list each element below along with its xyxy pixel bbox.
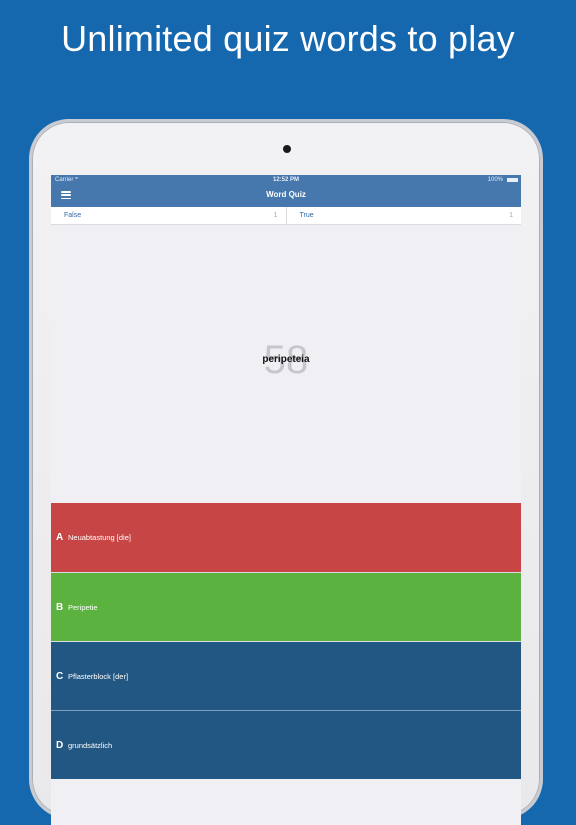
quiz-word: peripeteia	[262, 354, 310, 365]
answer-text: Pflasterblock [der]	[68, 672, 129, 681]
answer-text: Neuabtastung [die]	[68, 533, 131, 542]
true-score-label: True	[299, 212, 314, 219]
answer-option-d[interactable]: D grundsätzlich	[51, 710, 521, 779]
answer-letter: C	[56, 671, 64, 682]
answer-text: Peripetie	[68, 603, 98, 612]
false-score-label: False	[64, 212, 82, 219]
status-bar: Carrier ≈ 12:52 PM 100%	[51, 175, 521, 185]
promo-headline: Unlimited quiz words to play	[61, 18, 515, 59]
front-camera	[283, 145, 291, 153]
ipad-frame: Carrier ≈ 12:52 PM 100% Word Quiz False …	[29, 119, 543, 825]
status-time: 12:52 PM	[272, 177, 299, 183]
app-screen: Carrier ≈ 12:52 PM 100% Word Quiz False …	[51, 175, 521, 825]
false-score-count: 1	[273, 212, 278, 219]
answer-option-c[interactable]: C Pflasterblock [der]	[51, 641, 521, 710]
nav-title: Word Quiz	[266, 190, 306, 199]
battery-percent: 100%	[487, 177, 503, 183]
answer-option-a[interactable]: A Neuabtastung [die]	[51, 503, 521, 572]
false-score: False 1	[51, 207, 286, 224]
true-score: True 1	[285, 207, 522, 224]
answer-letter: A	[56, 532, 64, 543]
answer-letter: D	[56, 740, 64, 751]
battery-icon	[507, 178, 518, 182]
true-score-count: 1	[509, 212, 513, 219]
score-bar: False 1 True 1	[51, 207, 521, 225]
answer-text: grundsätzlich	[68, 741, 113, 750]
question-area: 58 peripeteia	[51, 225, 521, 503]
navigation-bar: Carrier ≈ 12:52 PM 100% Word Quiz	[51, 175, 521, 207]
answer-option-b[interactable]: B Peripetie	[51, 572, 521, 641]
answer-letter: B	[56, 602, 64, 613]
